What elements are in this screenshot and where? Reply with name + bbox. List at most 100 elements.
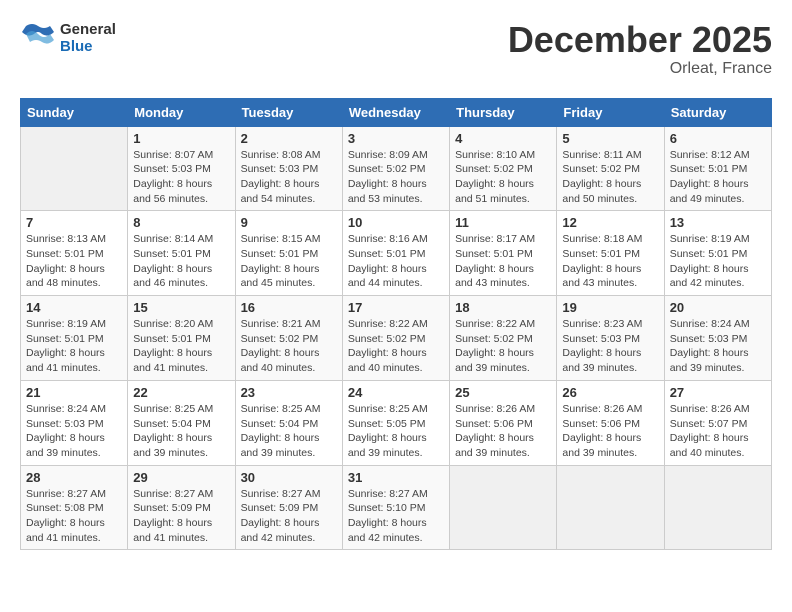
sunset-text: Sunset: 5:03 PM: [133, 162, 229, 177]
sunset-text: Sunset: 5:01 PM: [133, 247, 229, 262]
daylight-text: Daylight: 8 hours and 43 minutes.: [455, 262, 551, 291]
calendar-cell: 22Sunrise: 8:25 AMSunset: 5:04 PMDayligh…: [128, 380, 235, 465]
calendar-subtitle: Orleat, France: [508, 60, 772, 78]
day-number: 30: [241, 470, 337, 485]
sunrise-text: Sunrise: 8:27 AM: [26, 487, 122, 502]
calendar-header-row: SundayMondayTuesdayWednesdayThursdayFrid…: [21, 98, 772, 126]
daylight-text: Daylight: 8 hours and 39 minutes.: [455, 431, 551, 460]
day-info: Sunrise: 8:26 AMSunset: 5:06 PMDaylight:…: [455, 402, 551, 461]
calendar-cell: 30 Sunrise: 8:27 AMSunset: 5:09 PMDayligh…: [235, 465, 342, 550]
sunset-text: Sunset: 5:01 PM: [670, 247, 766, 262]
sunrise-text: Sunrise: 8:13 AM: [26, 232, 122, 247]
daylight-text: Daylight: 8 hours and 42 minutes.: [241, 516, 337, 545]
day-number: 13: [670, 215, 766, 230]
logo-icon: [20, 20, 56, 56]
day-number: 14: [26, 300, 122, 315]
daylight-text: Daylight: 8 hours and 53 minutes.: [348, 177, 444, 206]
calendar-cell: 18Sunrise: 8:22 AMSunset: 5:02 PMDayligh…: [450, 296, 557, 381]
sunset-text: Sunset: 5:06 PM: [562, 417, 658, 432]
calendar-cell: 23 Sunrise: 8:25 AMSunset: 5:04 PMDayligh…: [235, 380, 342, 465]
day-number: 23: [241, 385, 337, 400]
calendar-week-4: 21 Sunrise: 8:24 AMSunset: 5:03 PMDayligh…: [21, 380, 772, 465]
sunset-text: Sunset: 5:01 PM: [26, 332, 122, 347]
daylight-text: Daylight: 8 hours and 46 minutes.: [133, 262, 229, 291]
sunrise-text: Sunrise: 8:25 AM: [348, 402, 444, 417]
sunset-text: Sunset: 5:10 PM: [348, 501, 444, 516]
day-info: Sunrise: 8:09 AMSunset: 5:02 PMDaylight:…: [348, 148, 444, 207]
sunrise-text: Sunrise: 8:07 AM: [133, 148, 229, 163]
calendar-cell: 29 Sunrise: 8:27 AMSunset: 5:09 PMDayligh…: [128, 465, 235, 550]
header-monday: Monday: [128, 98, 235, 126]
day-number: 12: [562, 215, 658, 230]
header-thursday: Thursday: [450, 98, 557, 126]
sunset-text: Sunset: 5:09 PM: [241, 501, 337, 516]
daylight-text: Daylight: 8 hours and 41 minutes.: [133, 516, 229, 545]
sunrise-text: Sunrise: 8:24 AM: [670, 317, 766, 332]
day-number: 15: [133, 300, 229, 315]
calendar-cell: 15Sunrise: 8:20 AMSunset: 5:01 PMDayligh…: [128, 296, 235, 381]
day-info: Sunrise: 8:23 AMSunset: 5:03 PMDaylight:…: [562, 317, 658, 376]
day-info: Sunrise: 8:18 AMSunset: 5:01 PMDaylight:…: [562, 232, 658, 291]
daylight-text: Daylight: 8 hours and 39 minutes.: [241, 431, 337, 460]
sunrise-text: Sunrise: 8:27 AM: [241, 487, 337, 502]
calendar-cell: 7Sunrise: 8:13 AMSunset: 5:01 PMDaylight…: [21, 211, 128, 296]
header-saturday: Saturday: [664, 98, 771, 126]
sunrise-text: Sunrise: 8:10 AM: [455, 148, 551, 163]
daylight-text: Daylight: 8 hours and 41 minutes.: [26, 346, 122, 375]
daylight-text: Daylight: 8 hours and 48 minutes.: [26, 262, 122, 291]
sunrise-text: Sunrise: 8:27 AM: [348, 487, 444, 502]
sunrise-text: Sunrise: 8:12 AM: [670, 148, 766, 163]
daylight-text: Daylight: 8 hours and 51 minutes.: [455, 177, 551, 206]
calendar-week-2: 7Sunrise: 8:13 AMSunset: 5:01 PMDaylight…: [21, 211, 772, 296]
page-header: General Blue December 2025 Orleat, Franc…: [20, 20, 772, 83]
daylight-text: Daylight: 8 hours and 39 minutes.: [670, 346, 766, 375]
sunset-text: Sunset: 5:04 PM: [133, 417, 229, 432]
sunrise-text: Sunrise: 8:16 AM: [348, 232, 444, 247]
calendar-cell: [450, 465, 557, 550]
day-number: 27: [670, 385, 766, 400]
sunset-text: Sunset: 5:02 PM: [241, 332, 337, 347]
sunrise-text: Sunrise: 8:22 AM: [348, 317, 444, 332]
day-number: 9: [241, 215, 337, 230]
calendar-cell: 31Sunrise: 8:27 AMSunset: 5:10 PMDayligh…: [342, 465, 449, 550]
daylight-text: Daylight: 8 hours and 44 minutes.: [348, 262, 444, 291]
sunset-text: Sunset: 5:01 PM: [26, 247, 122, 262]
sunrise-text: Sunrise: 8:22 AM: [455, 317, 551, 332]
day-number: 21: [26, 385, 122, 400]
day-info: Sunrise: 8:27 AMSunset: 5:09 PMDaylight:…: [241, 487, 337, 546]
day-info: Sunrise: 8:22 AMSunset: 5:02 PMDaylight:…: [348, 317, 444, 376]
calendar-title: December 2025: [508, 20, 772, 60]
day-info: Sunrise: 8:26 AMSunset: 5:07 PMDaylight:…: [670, 402, 766, 461]
calendar-cell: 3Sunrise: 8:09 AMSunset: 5:02 PMDaylight…: [342, 126, 449, 211]
day-number: 29: [133, 470, 229, 485]
day-info: Sunrise: 8:08 AMSunset: 5:03 PMDaylight:…: [241, 148, 337, 207]
day-info: Sunrise: 8:25 AMSunset: 5:05 PMDaylight:…: [348, 402, 444, 461]
day-number: 16: [241, 300, 337, 315]
sunset-text: Sunset: 5:01 PM: [348, 247, 444, 262]
day-info: Sunrise: 8:25 AMSunset: 5:04 PMDaylight:…: [241, 402, 337, 461]
logo: General Blue: [20, 20, 116, 56]
day-number: 22: [133, 385, 229, 400]
sunset-text: Sunset: 5:01 PM: [670, 162, 766, 177]
sunrise-text: Sunrise: 8:11 AM: [562, 148, 658, 163]
day-number: 18: [455, 300, 551, 315]
day-number: 17: [348, 300, 444, 315]
sunrise-text: Sunrise: 8:24 AM: [26, 402, 122, 417]
header-wednesday: Wednesday: [342, 98, 449, 126]
calendar-week-3: 14Sunrise: 8:19 AMSunset: 5:01 PMDayligh…: [21, 296, 772, 381]
sunrise-text: Sunrise: 8:17 AM: [455, 232, 551, 247]
calendar-cell: 12 Sunrise: 8:18 AMSunset: 5:01 PMDayligh…: [557, 211, 664, 296]
daylight-text: Daylight: 8 hours and 40 minutes.: [670, 431, 766, 460]
day-info: Sunrise: 8:27 AMSunset: 5:09 PMDaylight:…: [133, 487, 229, 546]
day-info: Sunrise: 8:24 AMSunset: 5:03 PMDaylight:…: [26, 402, 122, 461]
calendar-cell: 2Sunrise: 8:08 AMSunset: 5:03 PMDaylight…: [235, 126, 342, 211]
sunrise-text: Sunrise: 8:21 AM: [241, 317, 337, 332]
daylight-text: Daylight: 8 hours and 43 minutes.: [562, 262, 658, 291]
day-info: Sunrise: 8:10 AMSunset: 5:02 PMDaylight:…: [455, 148, 551, 207]
sunrise-text: Sunrise: 8:19 AM: [26, 317, 122, 332]
daylight-text: Daylight: 8 hours and 54 minutes.: [241, 177, 337, 206]
day-number: 4: [455, 131, 551, 146]
logo-general: General: [60, 21, 116, 38]
calendar-cell: 5Sunrise: 8:11 AMSunset: 5:02 PMDaylight…: [557, 126, 664, 211]
sunrise-text: Sunrise: 8:25 AM: [241, 402, 337, 417]
